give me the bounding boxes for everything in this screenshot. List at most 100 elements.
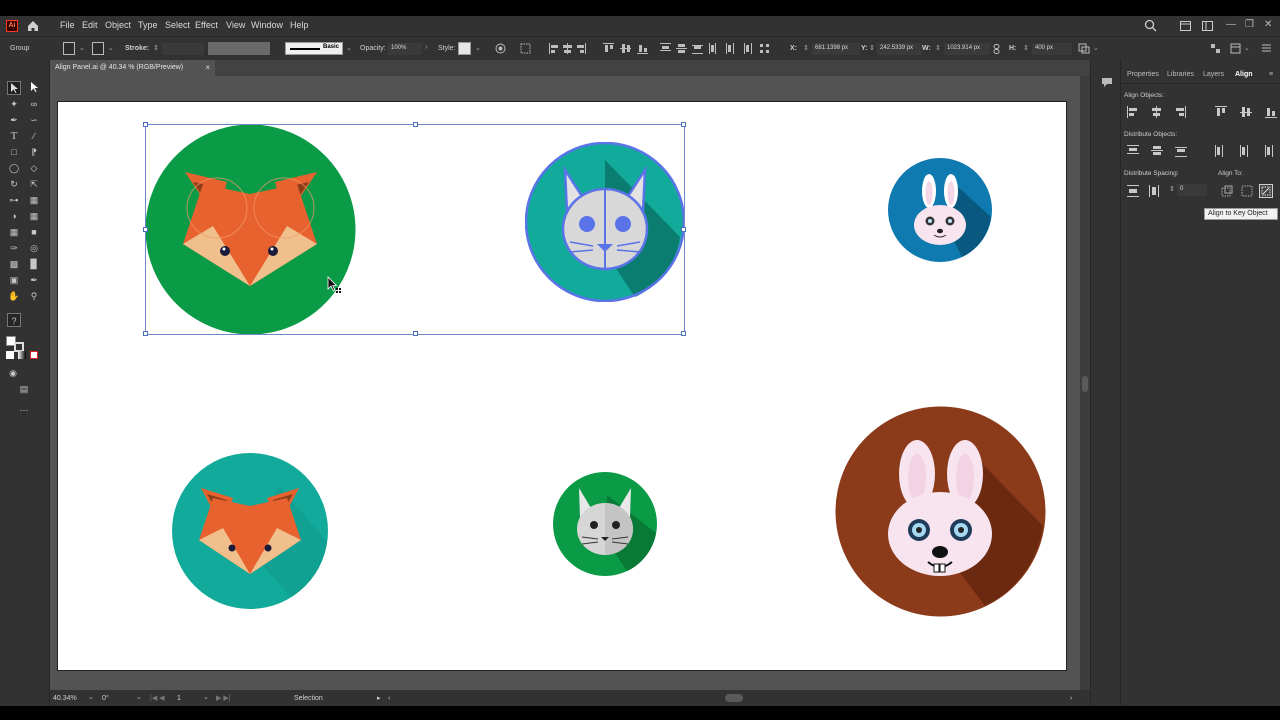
scroll-right-icon[interactable]: › <box>1070 693 1072 704</box>
resize-handle-right[interactable] <box>681 227 686 232</box>
document-tab[interactable]: Align Panel.ai @ 40.34 % (RGB/Preview) × <box>50 60 215 76</box>
rotate-tool-icon[interactable]: ↻ <box>7 177 21 191</box>
tab-layers[interactable]: Layers <box>1203 71 1224 78</box>
home-icon[interactable] <box>26 19 40 33</box>
menu-select[interactable]: Select <box>165 20 190 30</box>
artboard-number[interactable]: 1 <box>177 693 181 704</box>
screen-mode-icon[interactable]: ▤ <box>17 382 31 396</box>
comments-icon[interactable] <box>1101 77 1113 88</box>
fox-icon-teal[interactable] <box>171 452 329 610</box>
blend-tool-icon[interactable]: ◎ <box>27 241 41 255</box>
chevron-right-icon[interactable]: › <box>425 44 427 51</box>
tab-align[interactable]: Align <box>1235 71 1253 78</box>
x-field[interactable]: 681.1398 px <box>812 43 860 55</box>
hand-tool-icon[interactable]: ✋ <box>7 289 21 303</box>
mesh-tool-icon[interactable]: ▦ <box>7 225 21 239</box>
draw-mode-icon[interactable]: ◉ <box>6 366 20 380</box>
h-stepper-icon[interactable]: ⇕ <box>1023 44 1029 52</box>
opacity-field[interactable]: 100% <box>388 43 422 55</box>
transform-icon[interactable] <box>1078 43 1090 54</box>
minimize-icon[interactable]: — <box>1226 19 1236 30</box>
gradient-tool-icon[interactable]: ■ <box>27 225 41 239</box>
type-tool-icon[interactable]: T <box>7 129 21 143</box>
eraser-tool-icon[interactable]: ◇ <box>27 161 41 175</box>
shaper-tool-icon[interactable]: ◯ <box>7 161 21 175</box>
menu-effect[interactable]: Effect <box>195 20 218 30</box>
width-tool-icon[interactable]: ⊶ <box>7 193 21 207</box>
panel-options-icon[interactable] <box>1230 43 1241 54</box>
workspace-icon[interactable] <box>1180 21 1191 31</box>
isolate-group-icon[interactable] <box>520 43 534 54</box>
chevron-down-icon[interactable]: ⌄ <box>79 44 85 52</box>
resize-handle-bottom[interactable] <box>413 331 418 336</box>
chevron-down-icon[interactable]: ⌄ <box>346 44 352 52</box>
menu-lines-icon[interactable] <box>1262 43 1271 53</box>
eyedropper-tool-icon[interactable]: ✑ <box>7 241 21 255</box>
none-mode-icon[interactable] <box>30 351 38 359</box>
align-controls[interactable] <box>548 42 773 55</box>
variable-width-profile[interactable] <box>208 42 270 55</box>
shape-builder-tool-icon[interactable]: ◑ <box>7 209 21 223</box>
fill-swatch[interactable] <box>63 42 75 55</box>
selection-tool-icon[interactable] <box>7 81 21 95</box>
vertical-scrollbar[interactable] <box>1080 76 1090 690</box>
help-icon[interactable]: ? <box>7 313 21 327</box>
chevron-down-icon[interactable]: ⌄ <box>203 693 209 701</box>
align-to-artboard-icon[interactable] <box>1241 185 1253 197</box>
column-graph-tool-icon[interactable]: ▉ <box>27 257 41 271</box>
first-artboard-icon[interactable]: |◀ ◀ <box>150 693 165 704</box>
x-stepper-icon[interactable]: ⇕ <box>803 44 809 52</box>
line-tool-icon[interactable]: ∕ <box>27 129 41 143</box>
rectangle-tool-icon[interactable]: □ <box>7 145 21 159</box>
menu-edit[interactable]: Edit <box>82 20 98 30</box>
last-artboard-icon[interactable]: ▶ ▶| <box>216 693 231 704</box>
artboard-tool-icon[interactable]: ▣ <box>7 273 21 287</box>
search-icon[interactable] <box>1144 19 1157 32</box>
recolor-artwork-icon[interactable] <box>495 43 506 54</box>
h-field[interactable]: 400 px <box>1032 43 1072 55</box>
stroke-stepper-icon[interactable]: ⇕ <box>153 44 159 52</box>
menu-object[interactable]: Object <box>105 20 131 30</box>
magic-wand-tool-icon[interactable]: ✦ <box>7 97 21 111</box>
spacing-stepper-icon[interactable]: ⇕ <box>1169 185 1175 193</box>
y-stepper-icon[interactable]: ⇕ <box>869 44 875 52</box>
graphic-style-swatch[interactable] <box>458 42 471 55</box>
paintbrush-tool-icon[interactable]: ⁋ <box>27 145 41 159</box>
chevron-right-icon[interactable]: ▸ <box>377 693 381 704</box>
resize-handle-top-left[interactable] <box>143 122 148 127</box>
chevron-down-icon[interactable]: ⌄ <box>88 693 94 701</box>
chevron-down-icon[interactable]: ⌄ <box>136 693 142 701</box>
curvature-tool-icon[interactable]: ∽ <box>27 113 41 127</box>
tab-libraries[interactable]: Libraries <box>1167 71 1194 78</box>
zoom-level[interactable]: 40.34% <box>53 693 77 704</box>
w-field[interactable]: 1023.914 px <box>944 43 990 55</box>
stroke-weight-field[interactable] <box>162 43 204 55</box>
cat-icon-green[interactable] <box>552 471 658 577</box>
distribute-spacing-buttons[interactable] <box>1127 185 1163 197</box>
perspective-grid-tool-icon[interactable]: ▦ <box>27 209 41 223</box>
arrange-icon[interactable] <box>1210 43 1221 54</box>
chevron-down-icon[interactable]: ⌄ <box>1244 44 1250 52</box>
align-to-selection-icon[interactable] <box>1221 185 1233 197</box>
arrange-documents-icon[interactable] <box>1202 21 1213 31</box>
spacing-field[interactable]: 0 <box>1177 184 1207 196</box>
slice-tool-icon[interactable]: ✒ <box>27 273 41 287</box>
stroke-swatch[interactable] <box>92 42 104 55</box>
pen-tool-icon[interactable]: ✒ <box>7 113 21 127</box>
distribute-object-buttons[interactable] <box>1127 145 1277 157</box>
free-transform-tool-icon[interactable]: ▦ <box>27 193 41 207</box>
menu-window[interactable]: Window <box>251 20 283 30</box>
resize-handle-top-right[interactable] <box>681 122 686 127</box>
align-object-buttons[interactable] <box>1127 106 1277 118</box>
brush-definition[interactable]: Basic <box>285 42 343 55</box>
tab-properties[interactable]: Properties <box>1127 71 1159 78</box>
scale-tool-icon[interactable]: ⇱ <box>27 177 41 191</box>
chevron-down-icon[interactable]: ⌄ <box>1093 44 1099 52</box>
close-tab-icon[interactable]: × <box>205 60 210 76</box>
close-window-icon[interactable]: ✕ <box>1264 19 1272 30</box>
chevron-down-icon[interactable]: ⌄ <box>475 44 481 52</box>
resize-handle-top[interactable] <box>413 122 418 127</box>
more-tools-icon[interactable]: ⋯ <box>17 403 31 417</box>
chevron-down-icon[interactable]: ⌄ <box>108 44 114 52</box>
align-to-key-object-button[interactable] <box>1259 184 1273 198</box>
